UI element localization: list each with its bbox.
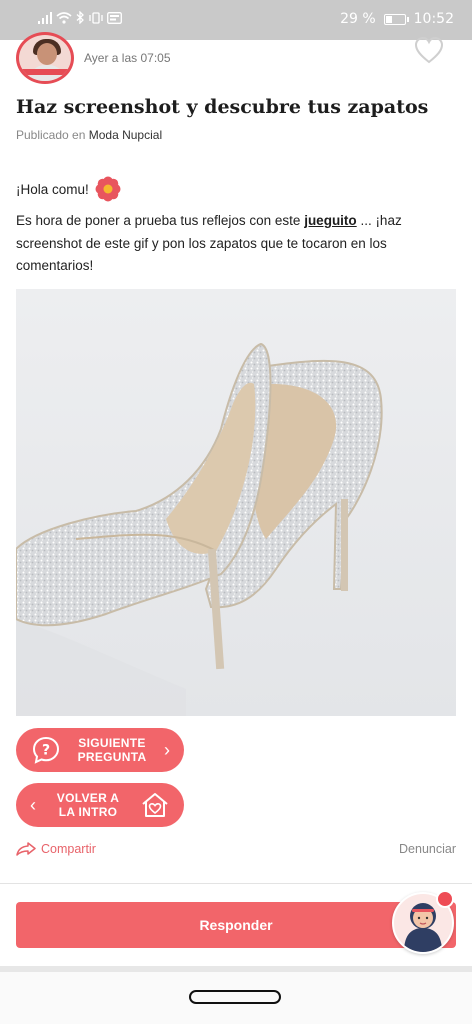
back-to-intro-label: VOLVER A LA INTRO bbox=[36, 791, 140, 819]
status-icons bbox=[38, 11, 122, 24]
reply-button[interactable]: Responder bbox=[16, 902, 456, 948]
svg-text:?: ? bbox=[42, 743, 50, 759]
message-icon bbox=[107, 11, 122, 24]
next-question-label: SIGUIENTE PREGUNTA bbox=[60, 736, 164, 764]
glitter-heels-illustration bbox=[16, 289, 456, 716]
battery-icon bbox=[383, 13, 409, 25]
author-avatar[interactable] bbox=[16, 32, 74, 84]
reply-label: Responder bbox=[199, 917, 273, 933]
back-line-1: VOLVER A bbox=[56, 791, 120, 805]
post-title: Haz screenshot y descubre tus zapatos bbox=[16, 96, 429, 118]
share-icon bbox=[16, 842, 36, 856]
post-author-row: Ayer a las 07:05 bbox=[16, 32, 456, 88]
greeting: ¡Hola comu! bbox=[16, 176, 121, 202]
category-link[interactable]: Moda Nupcial bbox=[89, 128, 162, 142]
bluetooth-icon bbox=[76, 11, 84, 24]
battery-percent: 29 % bbox=[340, 11, 376, 27]
next-question-button[interactable]: ? SIGUIENTE PREGUNTA › bbox=[16, 728, 184, 772]
published-in: Publicado en Moda Nupcial bbox=[16, 128, 162, 142]
signal-icon bbox=[38, 11, 52, 24]
report-link[interactable]: Denunciar bbox=[399, 842, 456, 856]
post-actions: Compartir Denunciar bbox=[16, 842, 456, 862]
published-prefix: Publicado en bbox=[16, 128, 86, 142]
clock: 10:52 bbox=[413, 11, 454, 27]
back-line-2: LA INTRO bbox=[58, 805, 118, 819]
notification-badge bbox=[436, 890, 454, 908]
heart-icon[interactable] bbox=[414, 36, 444, 64]
next-line-2: PREGUNTA bbox=[77, 750, 147, 764]
back-to-intro-button[interactable]: ‹ VOLVER A LA INTRO bbox=[16, 783, 184, 827]
vibrate-icon bbox=[89, 11, 103, 24]
share-label: Compartir bbox=[41, 842, 96, 856]
next-line-1: SIGUIENTE bbox=[78, 736, 146, 750]
post-time: Ayer a las 07:05 bbox=[84, 51, 171, 65]
shoes-image bbox=[16, 289, 456, 716]
divider bbox=[0, 883, 472, 884]
question-bubble-icon: ? bbox=[32, 736, 60, 764]
home-heart-icon bbox=[142, 793, 168, 817]
chevron-right-icon: › bbox=[164, 740, 170, 760]
system-nav-bar bbox=[0, 972, 472, 1024]
share-button[interactable]: Compartir bbox=[16, 842, 96, 856]
greeting-text: ¡Hola comu! bbox=[16, 181, 89, 197]
post-body: Es hora de poner a prueba tus reflejos c… bbox=[16, 210, 456, 278]
body-text-1: Es hora de poner a prueba tus reflejos c… bbox=[16, 213, 305, 228]
home-gesture-bar[interactable] bbox=[189, 990, 281, 1004]
status-right: 29 % 10:52 bbox=[340, 11, 454, 27]
wifi-icon bbox=[56, 11, 72, 24]
body-link[interactable]: jueguito bbox=[304, 213, 357, 228]
flower-icon bbox=[95, 176, 121, 202]
